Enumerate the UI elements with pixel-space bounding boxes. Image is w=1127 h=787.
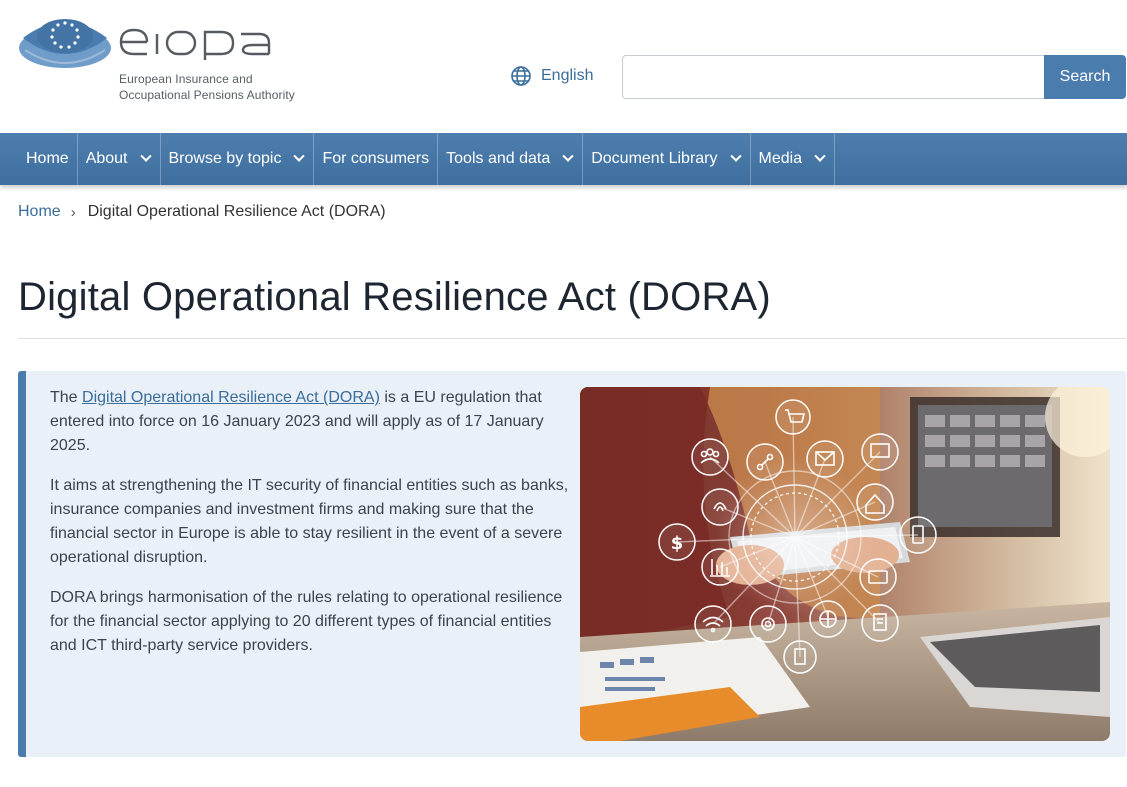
nav-item-label: Media: [758, 150, 803, 167]
eiopa-logo[interactable]: European Insurance and Occupational Pens…: [17, 10, 307, 110]
language-selector[interactable]: English: [510, 65, 593, 87]
search-input[interactable]: [622, 55, 1044, 99]
breadcrumb-current: Digital Operational Resilience Act (DORA…: [87, 203, 386, 220]
search-button[interactable]: Search: [1044, 55, 1126, 99]
nav-item-media[interactable]: Media: [751, 133, 836, 185]
svg-text:$: $: [671, 533, 684, 554]
search-form: Search: [622, 55, 1126, 99]
dora-illustration-image: $: [580, 387, 1110, 741]
nav-item-label: Tools and data: [446, 150, 551, 167]
nav-item-label: Home: [26, 150, 69, 167]
chevron-down-icon: [729, 150, 742, 162]
breadcrumb: Home › Digital Operational Resilience Ac…: [18, 203, 386, 221]
breadcrumb-separator: ›: [70, 203, 76, 221]
logo-subtitle: European Insurance and Occupational Pens…: [119, 71, 295, 103]
digital-finance-photo: $: [580, 387, 1110, 741]
nav-item-label: For consumers: [322, 150, 430, 167]
nav-item-for-consumers[interactable]: For consumers: [314, 133, 439, 185]
nav-item-label: Browse by topic: [168, 150, 282, 167]
page-title: Digital Operational Resilience Act (DORA…: [18, 275, 771, 319]
nav-item-tools-and-data[interactable]: Tools and data: [438, 133, 584, 185]
nav-item-label: Document Library: [591, 150, 718, 167]
globe-icon: [511, 66, 531, 86]
chevron-down-icon: [814, 150, 826, 162]
chevron-down-icon: [562, 150, 574, 162]
breadcrumb-home-link[interactable]: Home: [18, 203, 61, 221]
eiopa-wordmark: [119, 28, 271, 60]
intro-paragraph-1: The Digital Operational Resilience Act (…: [50, 386, 570, 458]
nav-item-browse-by-topic[interactable]: Browse by topic: [161, 133, 315, 185]
logo-subtitle-line1: European Insurance and: [119, 72, 253, 86]
intro-paragraph-3: DORA brings harmonisation of the rules r…: [50, 589, 563, 654]
language-label: English: [541, 67, 594, 84]
title-divider: [18, 338, 1126, 339]
nav-item-document-library[interactable]: Document Library: [583, 133, 751, 185]
nav-item-about[interactable]: About: [78, 133, 161, 185]
intro-paragraph-2: It aims at strengthening the IT security…: [50, 477, 569, 566]
dora-regulation-link[interactable]: Digital Operational Resilience Act (DORA…: [82, 389, 380, 406]
logo-subtitle-line2: Occupational Pensions Authority: [119, 88, 295, 102]
chevron-down-icon: [139, 150, 152, 162]
chevron-down-icon: [293, 150, 306, 162]
nav-item-label: About: [85, 150, 128, 167]
site-header: European Insurance and Occupational Pens…: [0, 0, 1127, 133]
intro-text: The Digital Operational Resilience Act (…: [50, 386, 570, 674]
nav-item-home[interactable]: Home: [18, 133, 78, 185]
intro-panel: The Digital Operational Resilience Act (…: [18, 371, 1126, 757]
eu-stars-logo-icon: [19, 19, 111, 68]
p1-prefix: The: [50, 389, 83, 406]
main-navigation: Home About Browse by topic For consumers…: [0, 133, 1127, 185]
